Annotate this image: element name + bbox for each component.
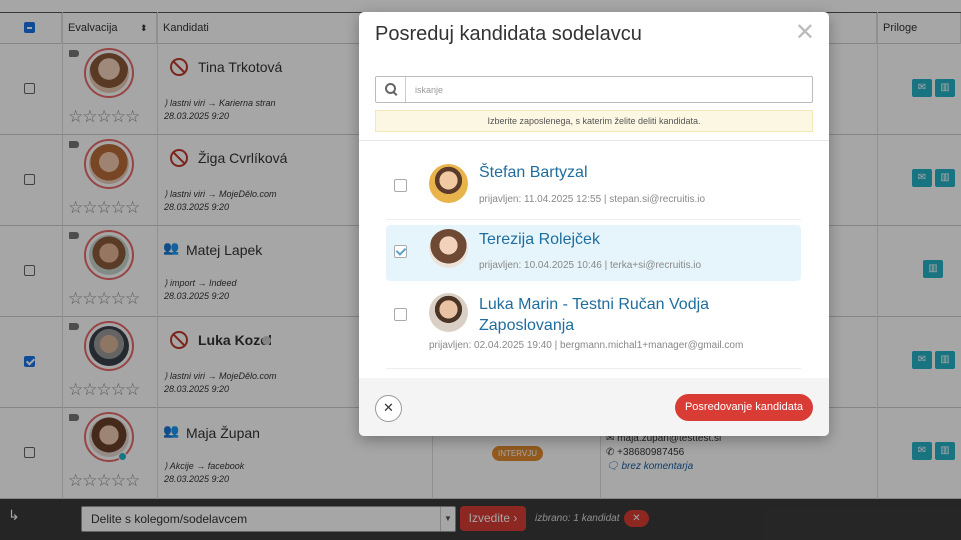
colleague-checkbox[interactable]	[394, 179, 407, 192]
colleague-item[interactable]: Luka Marin - Testni Ručan Vodja Zaposlov…	[386, 288, 801, 362]
search-input[interactable]	[407, 77, 807, 102]
share-candidate-button[interactable]: Posredovanje kandidata	[674, 394, 813, 421]
avatar	[429, 293, 468, 332]
modal-footer: ✕ Posredovanje kandidata	[359, 378, 829, 436]
colleague-meta: prijavljen: 11.04.2025 12:55 | stepan.si…	[479, 194, 706, 205]
colleague-item[interactable]: Štefan Bartyzal prijavljen: 11.04.2025 1…	[386, 153, 801, 209]
cancel-button[interactable]: ✕	[375, 395, 402, 422]
divider	[359, 140, 829, 141]
colleague-meta: prijavljen: 02.04.2025 19:40 | bergmann.…	[429, 340, 744, 351]
colleague-name: Luka Marin - Testni Ručan Vodja Zaposlov…	[479, 296, 710, 334]
colleague-meta: prijavljen: 10.04.2025 10:46 | terka+si@…	[479, 260, 702, 271]
info-notice: Izberite zaposlenega, s katerim želite d…	[375, 110, 813, 132]
avatar	[429, 164, 468, 203]
divider	[386, 219, 801, 220]
colleague-list: Štefan Bartyzal prijavljen: 11.04.2025 1…	[375, 143, 813, 377]
share-candidate-modal: Posreduj kandidata sodelavcu ✕ Izberite …	[359, 12, 829, 436]
colleague-search[interactable]	[375, 76, 813, 103]
modal-title: Posreduj kandidata sodelavcu	[375, 23, 642, 45]
colleague-item[interactable]: Terezija Rolejček prijavljen: 10.04.2025…	[386, 225, 801, 281]
colleague-checkbox[interactable]	[394, 308, 407, 321]
divider	[386, 368, 801, 369]
close-icon[interactable]: ✕	[795, 20, 815, 44]
colleague-name: Štefan Bartyzal	[479, 164, 588, 181]
colleague-checkbox[interactable]	[394, 245, 407, 258]
colleague-name: Terezija Rolejček	[479, 231, 600, 248]
search-icon	[376, 77, 406, 102]
avatar	[429, 229, 468, 268]
